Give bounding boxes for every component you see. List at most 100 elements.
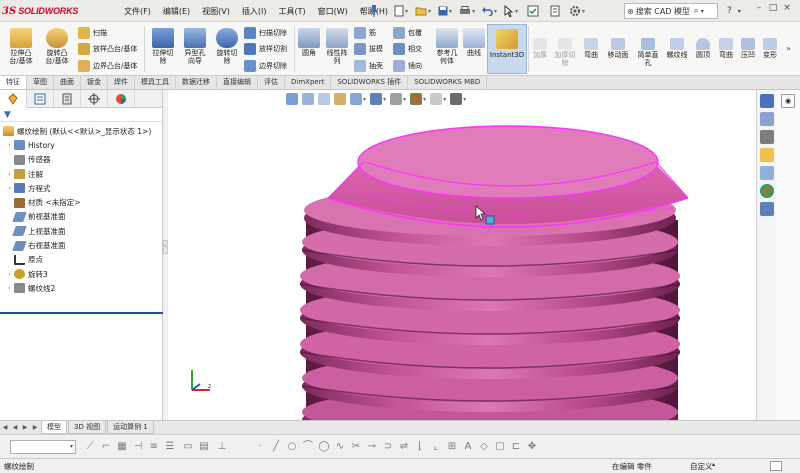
view-settings-icon[interactable]: [450, 93, 463, 105]
units-dropdown-icon[interactable]: ▴: [712, 461, 715, 468]
sketch-offset-icon[interactable]: ⊃: [382, 441, 394, 453]
mirror-button[interactable]: 镜向: [393, 59, 422, 73]
rollback-bar[interactable]: [0, 312, 163, 314]
sketch-hatch-icon[interactable]: ≡: [148, 441, 160, 453]
configuration-manager-tab-icon[interactable]: [54, 90, 81, 108]
expand-icon[interactable]: ›: [5, 142, 14, 149]
tree-item-equations[interactable]: › 方程式: [0, 181, 162, 195]
tab-mold-tools[interactable]: 模具工具: [135, 76, 176, 89]
draft-button[interactable]: 拔模: [354, 42, 383, 56]
zoom-to-fit-icon[interactable]: [286, 93, 298, 105]
sketch-line-icon[interactable]: ⟋: [84, 441, 96, 453]
minimize-icon[interactable]: –: [752, 3, 766, 13]
section-view-icon[interactable]: [334, 93, 346, 105]
sketch-text-icon[interactable]: A: [462, 441, 474, 453]
sketch-line-tool-icon[interactable]: ╱: [270, 441, 282, 453]
tree-item-history[interactable]: › History: [0, 138, 162, 152]
tree-item-sensors[interactable]: 传感器: [0, 153, 162, 167]
sketch-plane-icon[interactable]: ◇: [478, 441, 490, 453]
dimxpert-manager-tab-icon[interactable]: [81, 90, 108, 108]
tab-model[interactable]: 模型: [41, 421, 67, 434]
view-orientation-icon[interactable]: [350, 93, 362, 105]
sweep-button[interactable]: 扫描: [78, 26, 107, 40]
help-icon[interactable]: ?: [727, 6, 732, 16]
save-icon[interactable]: ▾: [436, 3, 454, 19]
sketch-corner-icon[interactable]: ⌐: [100, 441, 112, 453]
apply-scene-icon[interactable]: [430, 93, 443, 105]
intersect-button[interactable]: 相交: [393, 42, 422, 56]
close-icon[interactable]: ×: [780, 3, 794, 13]
sketch-fillet-icon[interactable]: ⌊: [414, 441, 426, 453]
ribbon-more-icon[interactable]: »: [786, 44, 791, 53]
feature-tree-tab-icon[interactable]: [0, 90, 27, 108]
search-icon[interactable]: ⌕: [694, 6, 699, 16]
swept-cut-button[interactable]: 扫描切除: [244, 26, 287, 40]
tab-features[interactable]: 特征: [0, 76, 27, 89]
sketch-mirror-icon[interactable]: ⇌: [398, 441, 410, 453]
sketch-arc-icon[interactable]: ⌒: [302, 441, 314, 453]
linear-pattern-button[interactable]: 线性阵 列: [323, 28, 351, 65]
tree-item-front-plane[interactable]: 前视基准面: [0, 210, 162, 224]
hide-show-items-icon[interactable]: [390, 93, 403, 105]
menu-insert[interactable]: 插入(I): [236, 0, 273, 22]
options-gear-icon[interactable]: ▾: [568, 3, 586, 19]
search-scope-icon[interactable]: ⊕: [627, 7, 634, 16]
status-panel-icon[interactable]: [770, 461, 782, 471]
sketch-spline-icon[interactable]: ∿: [334, 441, 346, 453]
sketch-extend-icon[interactable]: ⊸: [366, 441, 378, 453]
helix-thread-model[interactable]: [168, 90, 756, 420]
search-input[interactable]: [635, 6, 692, 16]
tree-item-top-plane[interactable]: 上视基准面: [0, 224, 162, 238]
design-library-icon[interactable]: [759, 112, 774, 126]
flex-button[interactable]: 弯曲: [580, 38, 602, 59]
tab-mbd[interactable]: SOLIDWORKS MBD: [408, 76, 488, 89]
filter-icon[interactable]: ▼: [0, 108, 162, 122]
tab-3d-views[interactable]: 3D 视图: [68, 421, 107, 434]
prev-tab-icon[interactable]: ◀: [10, 424, 20, 431]
thicken-cut-button[interactable]: 加厚切 除: [552, 38, 578, 67]
tree-item-origin[interactable]: 原点: [0, 253, 162, 267]
dome-button[interactable]: 圆顶: [692, 38, 714, 59]
sketch-circle-icon[interactable]: ○: [286, 441, 298, 453]
home-icon[interactable]: [759, 94, 774, 108]
solidworks-logo[interactable]: 3S SOLIDWORKS: [2, 3, 78, 19]
loft-boss-button[interactable]: 放样凸台/基体: [78, 42, 137, 56]
appearances-icon[interactable]: [759, 184, 774, 198]
sketch-chamfer-icon[interactable]: ⌞: [430, 441, 442, 453]
menu-tools[interactable]: 工具(T): [272, 0, 311, 22]
sketch-list-icon[interactable]: ☰: [164, 441, 176, 453]
fillet-button[interactable]: 圆角: [297, 28, 321, 57]
custom-properties-icon[interactable]: [759, 202, 774, 216]
help-dropdown-icon[interactable]: ▾: [738, 8, 741, 15]
status-units[interactable]: 自定义: [690, 461, 713, 472]
tab-sheet-metal[interactable]: 钣金: [81, 76, 108, 89]
tab-evaluate[interactable]: 评估: [258, 76, 285, 89]
sketch-trim-icon[interactable]: ✂: [350, 441, 362, 453]
tab-data-migration[interactable]: 数据迁移: [176, 76, 217, 89]
next-tab-icon[interactable]: ▶: [20, 424, 30, 431]
thicken-button[interactable]: 加厚: [530, 38, 550, 59]
lofted-cut-button[interactable]: 放样切割: [244, 42, 287, 56]
folder-icon[interactable]: [759, 148, 774, 162]
open-folder-icon[interactable]: ▾: [414, 3, 432, 19]
menu-view[interactable]: 视图(V): [196, 0, 236, 22]
sketch-table-icon[interactable]: ▤: [198, 441, 210, 453]
expand-icon[interactable]: ›: [5, 171, 14, 178]
tree-item-annotations[interactable]: › 注解: [0, 167, 162, 181]
expand-icon[interactable]: ›: [5, 285, 14, 292]
sketch-block-icon[interactable]: ▢: [494, 441, 506, 453]
file-explorer-icon[interactable]: [759, 130, 774, 144]
display-manager-tab-icon[interactable]: [108, 90, 135, 108]
revolve-boss-button[interactable]: 旋转凸 台/基体: [40, 28, 74, 65]
tree-root-part[interactable]: 螺纹绘制 (默认<<默认>_显示状态 1>): [0, 124, 162, 138]
boundary-cut-button[interactable]: 边界切除: [244, 59, 287, 73]
sketch-point-icon[interactable]: ·: [254, 441, 266, 453]
view-palette-icon[interactable]: [759, 166, 774, 180]
camera-icon[interactable]: ◉: [781, 94, 795, 108]
expand-icon[interactable]: ›: [5, 271, 14, 278]
tab-weldments[interactable]: 焊件: [108, 76, 135, 89]
helix-button[interactable]: 螺纹线: [664, 38, 690, 59]
sketch-ellipse-icon[interactable]: ◯: [318, 441, 330, 453]
display-style-icon[interactable]: [370, 93, 383, 105]
hole-wizard-button[interactable]: 异型孔 向导: [180, 28, 210, 65]
